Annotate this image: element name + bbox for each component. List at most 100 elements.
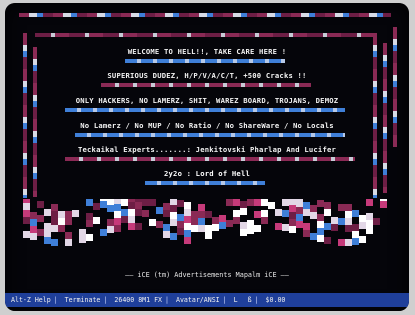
pattern-cell (23, 231, 30, 238)
pattern-cell (170, 219, 177, 227)
pattern-cell (240, 221, 247, 229)
pattern-cell (198, 224, 205, 232)
pattern-cell (44, 230, 51, 238)
pattern-cell (240, 200, 247, 208)
pattern-cell (156, 221, 163, 229)
pattern-cell (345, 238, 352, 246)
experts-underline (65, 157, 355, 161)
pattern-cell (184, 237, 191, 245)
pattern-cell (275, 223, 282, 231)
pattern-cell (359, 222, 366, 230)
pattern-cell (352, 230, 359, 238)
pattern-cell (310, 211, 317, 219)
pattern-cell (79, 235, 86, 243)
pattern-cell (331, 224, 338, 232)
pattern-cell (226, 199, 233, 206)
pattern-cell (296, 200, 303, 208)
pattern-cell (58, 210, 65, 218)
pattern-cell (268, 202, 275, 209)
experts-line: Teckaikal Experts.......: Jenkitovski Ph… (77, 145, 337, 154)
hackers-line: ONLY HACKERS, NO LAMERZ, SHIT, WAREZ BOA… (75, 96, 339, 105)
pattern-cell (44, 223, 51, 231)
pattern-cell (184, 216, 191, 224)
pattern-cell (128, 209, 135, 216)
pattern-cell (128, 202, 135, 209)
pattern-cell (184, 223, 191, 231)
pattern-cell (366, 213, 373, 221)
pattern-cell (303, 230, 310, 238)
pattern-cell (352, 209, 359, 217)
top-border-bar-2 (35, 33, 375, 37)
pattern-cell (65, 210, 72, 218)
pattern-cell (149, 219, 156, 227)
pattern-cell (51, 224, 58, 232)
pattern-cell (359, 215, 366, 223)
pattern-cell (282, 199, 289, 206)
pattern-cell (93, 203, 100, 211)
pattern-cell (261, 199, 268, 206)
pattern-cell (163, 209, 170, 217)
pattern-cell (44, 237, 51, 245)
pattern-cell (352, 237, 359, 245)
pattern-cell (72, 209, 79, 217)
pattern-cell (170, 205, 177, 213)
top-border-bar (19, 13, 391, 17)
pattern-cell (58, 217, 65, 225)
pattern-cell (156, 207, 163, 215)
log-indicator: L (233, 296, 238, 304)
pattern-cell (30, 226, 37, 234)
pattern-cell (44, 209, 51, 217)
dudez-underline (101, 83, 311, 87)
pattern-cell (338, 217, 345, 225)
ansi-checker-pattern (23, 199, 393, 249)
pattern-cell (121, 216, 128, 224)
pattern-cell (23, 217, 30, 224)
pattern-cell (37, 228, 44, 236)
pattern-cell (254, 199, 261, 206)
pattern-cell (261, 216, 268, 224)
pattern-cell (282, 210, 289, 218)
dudez-line: SUPERIOUS DUDEZ, H/P/V/A/C/T, +500 Crack… (107, 71, 307, 80)
lord-underline (145, 181, 265, 185)
separator: | (165, 296, 169, 304)
pattern-cell (303, 209, 310, 217)
pattern-cell (366, 199, 373, 207)
pattern-cell (226, 219, 233, 227)
pattern-cell (163, 223, 170, 231)
pattern-cell (324, 237, 331, 245)
pattern-cell (205, 210, 212, 218)
pattern-cell (205, 224, 212, 232)
pattern-cell (191, 217, 198, 225)
pattern-cell (345, 224, 352, 232)
pattern-cell (142, 199, 149, 206)
pattern-cell (198, 210, 205, 218)
pattern-cell (303, 202, 310, 210)
rules-underline (75, 133, 345, 137)
pattern-cell (317, 235, 324, 243)
separator: | (53, 296, 58, 304)
pattern-cell (359, 236, 366, 244)
terminate-key-hint[interactable]: Terminate (65, 293, 101, 307)
pattern-cell (254, 224, 261, 232)
pattern-cell (51, 238, 58, 246)
emulation-mode: Avatar/ANSI (175, 296, 220, 304)
pattern-cell (366, 227, 373, 235)
terminal-screen: WELCOME TO HELL!!, TAKE CARE HERE ! SUPE… (5, 3, 409, 311)
pattern-cell (184, 202, 191, 210)
pattern-cell (205, 231, 212, 239)
help-key-hint[interactable]: Alt-Z Help (11, 293, 51, 307)
pattern-cell (317, 221, 324, 229)
pattern-cell (86, 212, 93, 220)
pattern-cell (23, 210, 30, 217)
pattern-cell (247, 199, 254, 206)
pattern-cell (317, 228, 324, 236)
pattern-cell (184, 230, 191, 238)
pattern-cell (135, 209, 142, 217)
pattern-cell (198, 217, 205, 225)
status-bar: Alt-Z Help | Terminate | 26400 8M1 FX | Ava… (5, 293, 409, 307)
pattern-cell (100, 200, 107, 208)
pattern-cell (324, 209, 331, 217)
pattern-cell (170, 212, 177, 220)
pattern-cell (240, 207, 247, 215)
pattern-cell (100, 228, 107, 236)
